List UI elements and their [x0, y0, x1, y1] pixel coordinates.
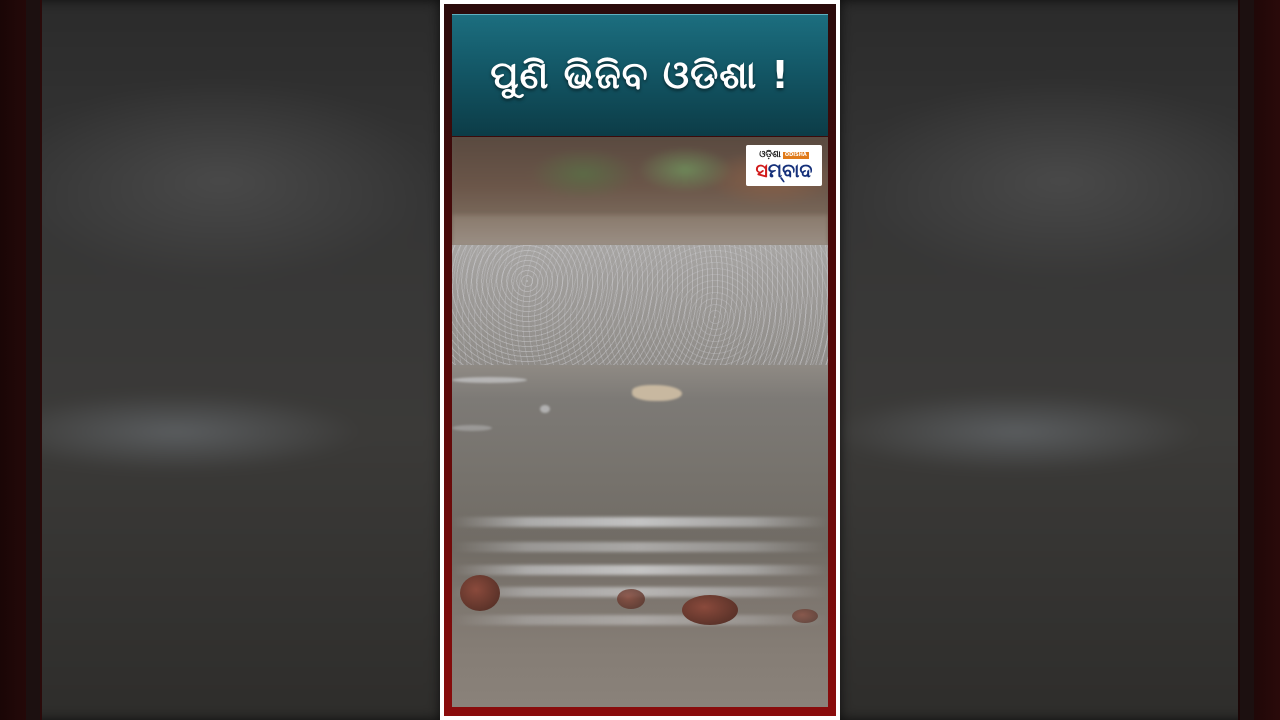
- floating-object: [632, 385, 682, 401]
- debris: [792, 609, 818, 623]
- ripple: [540, 405, 550, 413]
- logo-main-accent: ସ: [755, 159, 768, 182]
- odisha-samabad-logo: ଓଡ଼ିଶା ODISHA ସମ୍ବାଦ: [746, 145, 822, 186]
- river-bank: [452, 215, 828, 247]
- ripple: [452, 377, 527, 383]
- debris: [617, 589, 645, 609]
- wave-line: [452, 615, 828, 625]
- wave-line: [452, 517, 828, 527]
- blurred-backdrop-right: [840, 0, 1280, 720]
- logo-top-text: ଓଡ଼ିଶା: [759, 149, 781, 160]
- river-rain-photo: [452, 137, 828, 707]
- wave-line: [452, 542, 828, 552]
- rain-splash-area: [452, 245, 828, 365]
- blurred-backdrop-left: [0, 0, 440, 720]
- logo-main-text: ମ୍ବାଦ: [767, 159, 813, 182]
- ripple: [452, 425, 492, 431]
- debris: [460, 575, 500, 611]
- video-title: ପୁଣି ଭିଜିବ ଓଡିଶା !: [490, 53, 790, 97]
- title-banner: ପୁଣି ଭିଜିବ ଓଡିଶା !: [452, 14, 828, 136]
- debris: [682, 595, 738, 625]
- wave-line: [452, 565, 828, 575]
- logo-tag: ODISHA: [782, 151, 809, 159]
